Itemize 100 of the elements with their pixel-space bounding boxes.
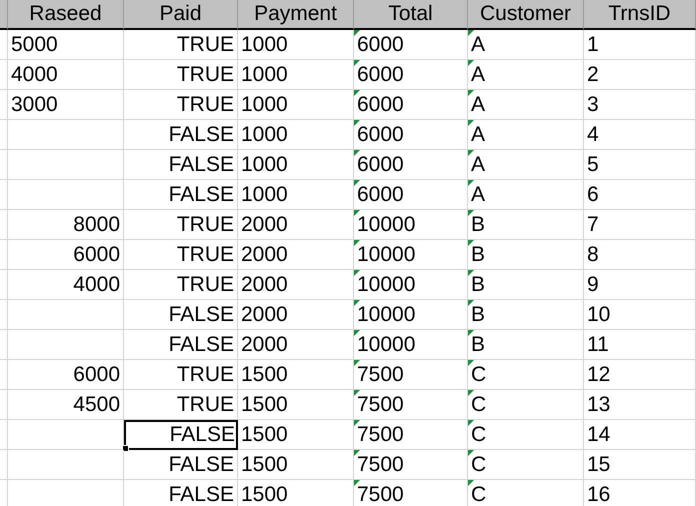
- column-header[interactable]: Raseed: [8, 0, 124, 30]
- corner-triangle-icon[interactable]: [468, 450, 474, 456]
- table-cell: TRUE: [124, 390, 238, 420]
- table-cell: 3: [584, 90, 696, 120]
- fill-handle[interactable]: [122, 445, 129, 452]
- column-header[interactable]: Total: [354, 0, 468, 30]
- table-cell: B: [468, 210, 584, 240]
- table-cell: 12: [584, 360, 696, 390]
- column-header[interactable]: [0, 0, 8, 30]
- table-cell: 6000: [354, 150, 468, 180]
- corner-triangle-icon[interactable]: [354, 330, 360, 336]
- corner-triangle-icon[interactable]: [468, 270, 474, 276]
- table-cell: 6000: [8, 360, 124, 390]
- table-cell: 14: [584, 420, 696, 450]
- table-cell: B: [468, 330, 584, 360]
- table-cell: 6: [584, 180, 696, 210]
- corner-triangle-icon[interactable]: [468, 240, 474, 246]
- column-header[interactable]: Paid: [124, 0, 238, 30]
- corner-triangle-icon[interactable]: [468, 150, 474, 156]
- table-cell: 5000: [8, 30, 124, 60]
- table-cell: FALSE: [124, 450, 238, 480]
- corner-triangle-icon[interactable]: [354, 270, 360, 276]
- table-cell: 1000: [238, 120, 354, 150]
- column-header[interactable]: Customer: [468, 0, 584, 30]
- corner-triangle-icon[interactable]: [354, 60, 360, 66]
- table-cell: A: [468, 150, 584, 180]
- table-cell: 10000: [354, 300, 468, 330]
- table-cell: 4000: [8, 60, 124, 90]
- corner-triangle-icon[interactable]: [468, 180, 474, 186]
- corner-triangle-icon[interactable]: [468, 90, 474, 96]
- corner-triangle-icon[interactable]: [468, 360, 474, 366]
- table-cell: 7500: [354, 480, 468, 506]
- corner-triangle-icon[interactable]: [354, 450, 360, 456]
- table-cell: 2: [584, 60, 696, 90]
- corner-triangle-icon[interactable]: [354, 120, 360, 126]
- table-cell: 2000: [238, 240, 354, 270]
- corner-triangle-icon[interactable]: [468, 210, 474, 216]
- corner-triangle-icon[interactable]: [354, 420, 360, 426]
- table-cell: 6000: [354, 60, 468, 90]
- corner-triangle-icon[interactable]: [354, 240, 360, 246]
- table-cell: A: [468, 90, 584, 120]
- table-cell: 6000: [8, 240, 124, 270]
- table-cell: 10000: [354, 330, 468, 360]
- table-cell: 1000: [238, 180, 354, 210]
- table-cell: 7500: [354, 450, 468, 480]
- table-cell: 7: [584, 210, 696, 240]
- corner-triangle-icon[interactable]: [468, 390, 474, 396]
- table-cell: TRUE: [124, 360, 238, 390]
- column-header[interactable]: TrnsID: [584, 0, 696, 30]
- table-cell: C: [468, 480, 584, 506]
- table-cell: 1500: [238, 390, 354, 420]
- table-cell: 2000: [238, 300, 354, 330]
- table-cell: 1000: [238, 60, 354, 90]
- column-header[interactable]: Payment: [238, 0, 354, 30]
- table-cell: B: [468, 300, 584, 330]
- table-cell: FALSE: [124, 480, 238, 506]
- table-cell: C: [468, 360, 584, 390]
- table-cell: TRUE: [124, 60, 238, 90]
- table-cell: A: [468, 180, 584, 210]
- corner-triangle-icon[interactable]: [468, 330, 474, 336]
- table-cell: A: [468, 30, 584, 60]
- table-cell: 10000: [354, 210, 468, 240]
- table-cell: C: [468, 420, 584, 450]
- corner-triangle-icon[interactable]: [354, 210, 360, 216]
- table-cell: 2000: [238, 330, 354, 360]
- table-cell: FALSE: [124, 330, 238, 360]
- table-cell: TRUE: [124, 240, 238, 270]
- table-cell: 8000: [8, 210, 124, 240]
- corner-triangle-icon[interactable]: [468, 120, 474, 126]
- corner-triangle-icon[interactable]: [354, 90, 360, 96]
- table-cell: A: [468, 120, 584, 150]
- table-cell: 4500: [8, 390, 124, 420]
- corner-triangle-icon[interactable]: [468, 480, 474, 486]
- table-cell: 8: [584, 240, 696, 270]
- corner-triangle-icon[interactable]: [354, 150, 360, 156]
- table-cell: 2000: [238, 210, 354, 240]
- table-cell: 7500: [354, 360, 468, 390]
- table-cell: 4000: [8, 270, 124, 300]
- corner-triangle-icon[interactable]: [354, 180, 360, 186]
- table-cell: 9: [584, 270, 696, 300]
- table-cell: 2000: [238, 270, 354, 300]
- corner-triangle-icon[interactable]: [468, 30, 474, 36]
- corner-triangle-icon[interactable]: [354, 480, 360, 486]
- corner-triangle-icon[interactable]: [354, 300, 360, 306]
- corner-triangle-icon[interactable]: [468, 60, 474, 66]
- corner-triangle-icon[interactable]: [468, 420, 474, 426]
- table-cell: 1000: [238, 150, 354, 180]
- table-cell: TRUE: [124, 90, 238, 120]
- corner-triangle-icon[interactable]: [354, 390, 360, 396]
- table-cell: TRUE: [124, 210, 238, 240]
- corner-triangle-icon[interactable]: [468, 300, 474, 306]
- table-cell: 10000: [354, 270, 468, 300]
- corner-triangle-icon[interactable]: [354, 30, 360, 36]
- corner-triangle-icon[interactable]: [354, 360, 360, 366]
- table-cell: TRUE: [124, 30, 238, 60]
- table-cell: 11: [584, 330, 696, 360]
- table-cell: 1000: [238, 30, 354, 60]
- table-cell: 4: [584, 120, 696, 150]
- table-cell: 6000: [354, 120, 468, 150]
- table-cell: 10: [584, 300, 696, 330]
